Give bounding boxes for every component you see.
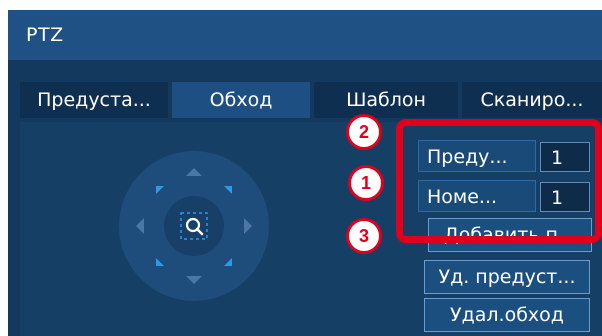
tab-bar: Предуста... Обход Шаблон Сканиро...: [20, 82, 602, 118]
annotation-badge-1: 1: [348, 165, 384, 201]
tab-scan[interactable]: Сканиро...: [462, 82, 602, 118]
annotation-badge-2: 2: [346, 114, 382, 150]
highlight-frame: [396, 119, 602, 243]
window-title: PTZ: [26, 24, 64, 46]
title-bar: PTZ: [8, 10, 602, 60]
ptz-direction-pad[interactable]: [118, 150, 270, 302]
tab-pattern[interactable]: Шаблон: [314, 82, 458, 118]
annotation-badge-3: 3: [346, 218, 382, 254]
delete-tour-button[interactable]: Удал.обход: [424, 298, 590, 332]
tab-presets[interactable]: Предуста...: [20, 82, 168, 118]
tab-tour[interactable]: Обход: [172, 82, 310, 118]
delete-preset-button[interactable]: Уд. предуст...: [424, 260, 590, 294]
